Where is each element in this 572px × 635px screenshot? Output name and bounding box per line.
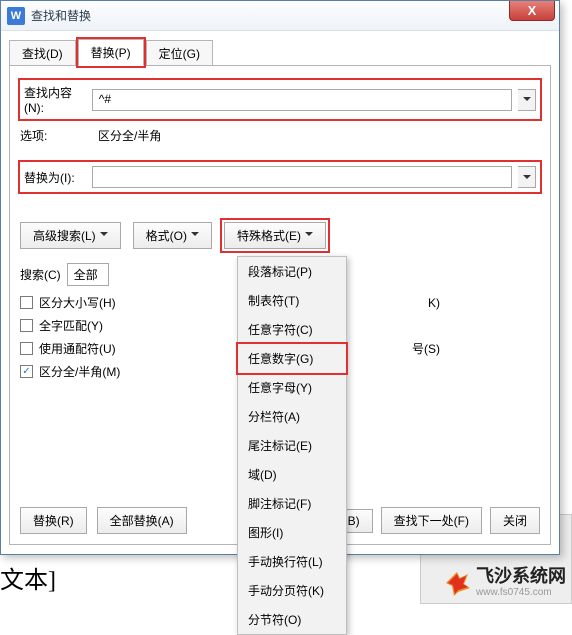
watermark-brand: 飞沙系统网 www.fs0745.com xyxy=(444,567,566,598)
menu-item-any-letter[interactable]: 任意字母(Y) xyxy=(238,373,346,402)
find-next-button[interactable]: 查找下一处(F) xyxy=(381,507,482,534)
find-replace-dialog: W 查找和替换 X 查找(D) 替换(P) 定位(G) 查找内容(N): ^# … xyxy=(0,0,560,555)
brand-name: 飞沙系统网 xyxy=(476,567,566,587)
replace-input[interactable] xyxy=(92,166,512,188)
menu-item-any-digit[interactable]: 任意数字(G) xyxy=(238,344,346,373)
advanced-search-label: 高级搜索(L) xyxy=(33,227,96,244)
checkbox-wildcard[interactable]: 使用通配符(U) xyxy=(20,340,210,357)
replace-dropdown-caret[interactable] xyxy=(518,166,536,188)
checkbox-match-case[interactable]: 区分大小写(H) xyxy=(20,294,210,311)
format-button[interactable]: 格式(O) xyxy=(133,222,212,249)
menu-item-section-break[interactable]: 分节符(O) xyxy=(238,605,346,634)
checkbox-label: 使用通配符(U) xyxy=(39,340,116,357)
special-format-dropdown: 段落标记(P) 制表符(T) 任意字符(C) 任意数字(G) 任意字母(Y) 分… xyxy=(237,256,347,635)
middle-button-row: 高级搜索(L) 格式(O) 特殊格式(E) xyxy=(20,222,540,249)
menu-item-paragraph-mark[interactable]: 段落标记(P) xyxy=(238,257,346,286)
checkbox-icon xyxy=(20,319,33,332)
replace-row: 替换为(I): xyxy=(20,162,540,192)
brand-url: www.fs0745.com xyxy=(476,587,566,598)
app-icon: W xyxy=(7,7,25,25)
title-bar: W 查找和替换 X xyxy=(1,1,559,31)
checkbox-icon xyxy=(20,342,33,355)
replace-label: 替换为(I): xyxy=(24,169,92,186)
checkbox-label: 区分大小写(H) xyxy=(39,294,116,311)
find-row: 查找内容(N): ^# xyxy=(20,80,540,119)
advanced-search-button[interactable]: 高级搜索(L) xyxy=(20,222,121,249)
checkbox-icon xyxy=(20,296,33,309)
background-doc-text: 文本] xyxy=(0,560,56,595)
tab-strip: 查找(D) 替换(P) 定位(G) xyxy=(9,39,551,65)
find-label: 查找内容(N): xyxy=(24,84,92,115)
chevron-down-icon xyxy=(100,229,108,243)
chevron-down-icon xyxy=(191,229,199,243)
options-row: 选项: 区分全/半角 xyxy=(20,127,540,144)
replace-all-button[interactable]: 全部替换(A) xyxy=(97,507,187,534)
format-label: 格式(O) xyxy=(146,227,187,244)
checkbox-label: 全字匹配(Y) xyxy=(39,317,103,334)
checkbox-label: K) xyxy=(428,296,440,310)
find-dropdown-caret[interactable] xyxy=(518,89,536,111)
options-label: 选项: xyxy=(20,127,98,144)
special-format-label: 特殊格式(E) xyxy=(237,227,301,244)
search-scope-label: 搜索(C) xyxy=(20,266,61,283)
checkbox-icon xyxy=(20,365,33,378)
checkbox-whole-word[interactable]: 全字匹配(Y) xyxy=(20,317,210,334)
menu-item-manual-pagebreak[interactable]: 手动分页符(K) xyxy=(238,576,346,605)
close-dialog-button[interactable]: 关闭 xyxy=(490,507,540,534)
menu-item-manual-linebreak[interactable]: 手动换行符(L) xyxy=(238,547,346,576)
menu-item-endnote[interactable]: 尾注标记(E) xyxy=(238,431,346,460)
menu-item-any-char[interactable]: 任意字符(C) xyxy=(238,315,346,344)
replace-button[interactable]: 替换(R) xyxy=(20,507,87,534)
menu-item-graphic[interactable]: 图形(I) xyxy=(238,518,346,547)
menu-item-field[interactable]: 域(D) xyxy=(238,460,346,489)
chevron-down-icon xyxy=(305,229,313,243)
search-scope-value: 全部 xyxy=(74,266,98,283)
menu-item-column-break[interactable]: 分栏符(A) xyxy=(238,402,346,431)
menu-item-footnote[interactable]: 脚注标记(F) xyxy=(238,489,346,518)
menu-item-tab[interactable]: 制表符(T) xyxy=(238,286,346,315)
search-scope-select[interactable]: 全部 xyxy=(67,263,109,286)
close-button[interactable]: X xyxy=(509,1,555,21)
brand-logo-icon xyxy=(444,570,470,596)
options-value: 区分全/半角 xyxy=(98,127,161,144)
options-checkboxes: 区分大小写(H) K) 全字匹配(Y) 使用通配符(U) 号(S) xyxy=(20,294,440,380)
window-title: 查找和替换 xyxy=(31,7,91,24)
special-format-button[interactable]: 特殊格式(E) xyxy=(224,222,326,249)
checkbox-label: 区分全/半角(M) xyxy=(39,363,120,380)
tab-replace[interactable]: 替换(P) xyxy=(78,39,144,66)
tab-find[interactable]: 查找(D) xyxy=(9,40,76,66)
checkbox-full-half[interactable]: 区分全/半角(M) xyxy=(20,363,210,380)
checkbox-label: 号(S) xyxy=(412,340,440,357)
tab-goto[interactable]: 定位(G) xyxy=(146,40,213,66)
find-input[interactable]: ^# xyxy=(92,89,512,111)
